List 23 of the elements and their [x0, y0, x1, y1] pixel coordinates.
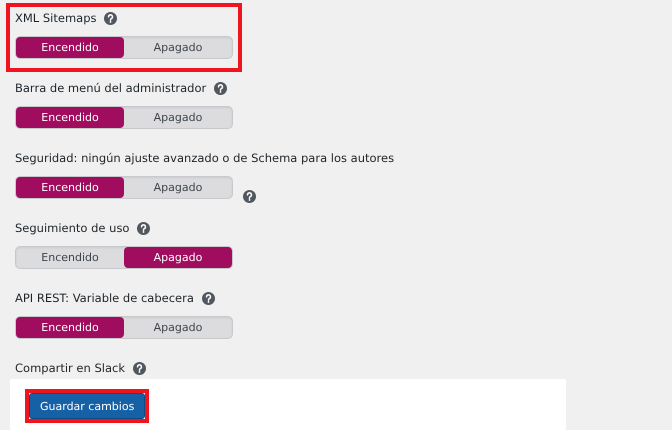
toggle-option[interactable]: Encendido — [16, 177, 124, 198]
toggle-option[interactable]: Apagado — [124, 37, 232, 58]
help-icon[interactable] — [104, 12, 118, 24]
toggle-option[interactable]: Encendido — [16, 317, 124, 338]
setting-label: API REST: Variable de cabecera — [15, 291, 194, 305]
save-button[interactable]: Guardar cambios — [29, 393, 146, 419]
setting-label: XML Sitemaps — [15, 11, 96, 25]
help-icon[interactable] — [137, 222, 150, 234]
help-icon[interactable] — [243, 190, 256, 203]
toggle-option[interactable]: Apagado — [124, 177, 232, 198]
setting-label: Compartir en Slack — [15, 361, 125, 375]
toggle-option[interactable]: Apagado — [124, 247, 232, 268]
toggle-option[interactable]: Encendido — [16, 247, 124, 268]
help-icon[interactable] — [132, 362, 146, 374]
setting-label: Seguridad: ningún ajuste avanzado o de Schema para los autores — [15, 151, 394, 165]
toggle-option[interactable]: Encendido — [16, 37, 124, 58]
toggle-option[interactable]: Encendido — [16, 107, 124, 128]
setting-label: Barra de menú del administrador — [15, 81, 206, 95]
help-icon[interactable] — [214, 82, 228, 94]
toggle-option[interactable]: Apagado — [124, 317, 232, 338]
setting-label: Seguimiento de uso — [15, 221, 130, 235]
toggle-option[interactable]: Apagado — [124, 107, 232, 128]
help-icon[interactable] — [202, 292, 215, 304]
